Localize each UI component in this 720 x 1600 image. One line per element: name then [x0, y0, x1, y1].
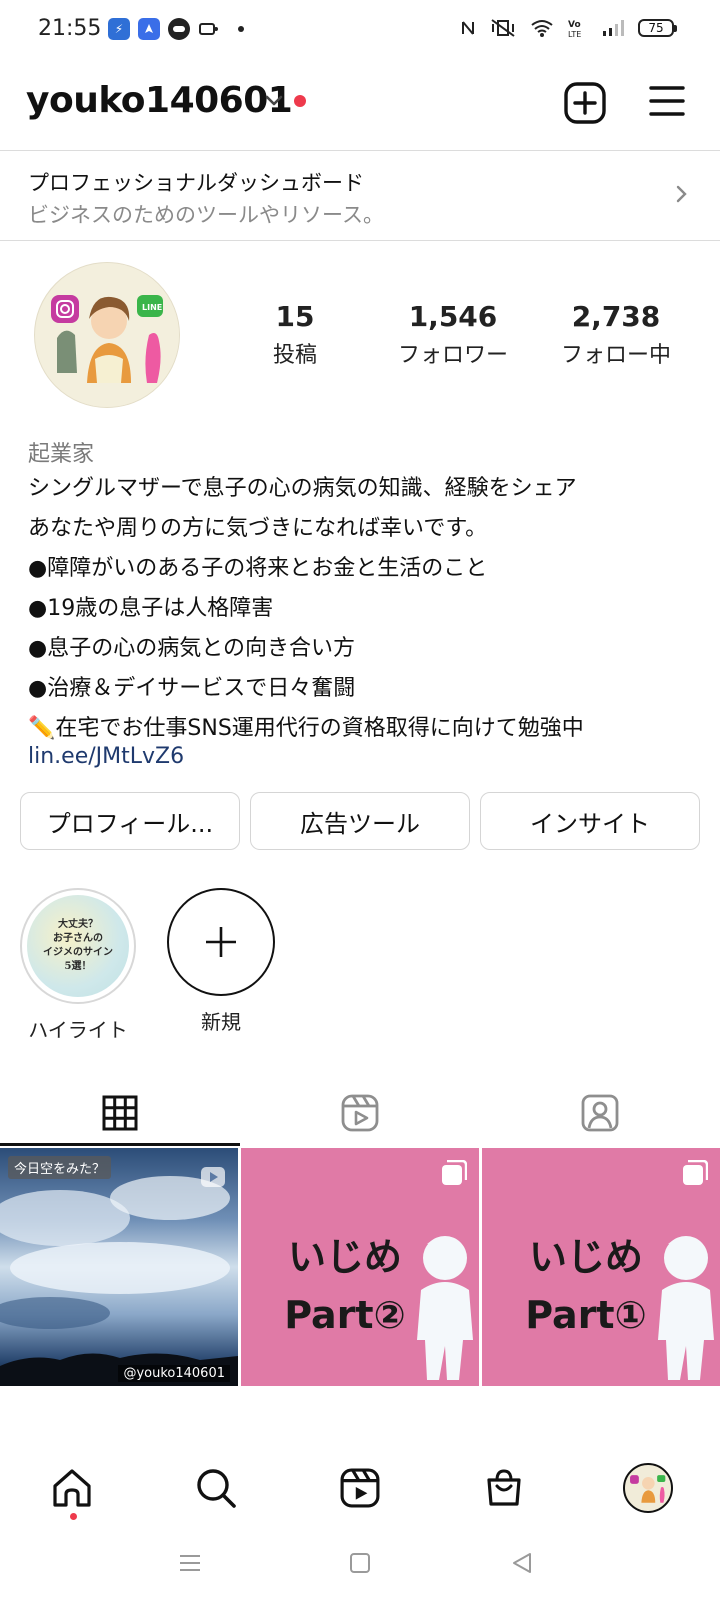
shop-icon [487, 1469, 521, 1506]
nav-search[interactable] [180, 1452, 252, 1524]
voicemail-icon [198, 18, 220, 40]
edit-profile-button[interactable]: プロフィール... [20, 792, 240, 850]
username-switcher[interactable]: youko140601 [26, 80, 293, 121]
bio-line: ●息子の心の病気との向き合い方 [28, 636, 355, 661]
signal-icon [603, 20, 624, 36]
following-count[interactable]: 2,738 フォロー中 [541, 300, 691, 369]
grid-icon [102, 1095, 138, 1131]
child-silhouette-image [658, 1236, 714, 1380]
dashboard-title: プロフェッショナルダッシュボード [28, 171, 364, 195]
bio-line: ●19歳の息子は人格障害 [28, 596, 274, 621]
tab-posts-grid[interactable] [0, 1080, 240, 1146]
system-home-button[interactable] [330, 1540, 390, 1586]
post-thumbnail-2[interactable]: いじめ Part② [241, 1148, 479, 1386]
video-play-icon [201, 1167, 225, 1187]
back-triangle-icon [513, 1553, 531, 1573]
search-icon [197, 1469, 236, 1508]
new-highlight-circle [167, 888, 275, 996]
bio-line: ●治療＆デイサービスで日々奮闘 [28, 676, 356, 701]
divider [0, 240, 720, 241]
stat-number: 15 [275, 300, 315, 333]
nav-profile[interactable] [612, 1452, 684, 1524]
system-back-button[interactable] [492, 1540, 552, 1586]
rocket-icon [138, 18, 160, 40]
profile-category: 起業家 [28, 442, 95, 467]
home-icon [53, 1469, 91, 1507]
highlight-item[interactable]: 大丈夫？ お子さんの イジメのサイン 5選！ ハイライト [18, 888, 138, 1043]
followers-count[interactable]: 1,546 フォロワー [378, 300, 528, 369]
profile-avatar[interactable]: LINE [34, 262, 180, 408]
bio-link[interactable]: lin.ee/JMtLvZ6 [28, 744, 184, 769]
active-tab-indicator [0, 1143, 240, 1146]
new-highlight-button[interactable]: 新規 [161, 888, 281, 1035]
tab-reels[interactable] [240, 1080, 480, 1146]
post-thumbnail-1[interactable]: 今日空をみた？ @youko140601 [0, 1148, 238, 1386]
wifi-icon [531, 20, 553, 37]
stat-label: 投稿 [272, 343, 317, 368]
posts-count[interactable]: 15 投稿 [245, 300, 345, 369]
avatar-illustration [630, 1475, 666, 1503]
post-caption-badge: 今日空をみた？ [8, 1156, 112, 1179]
create-post-icon[interactable] [564, 82, 606, 124]
post-thumbnail-3[interactable]: いじめ Part① [482, 1148, 720, 1386]
professional-dashboard-link[interactable]: プロフェッショナルダッシュボード ビジネスのためのツールやリソース。 [0, 151, 720, 240]
volte-icon: VoLTE [568, 20, 581, 38]
nav-reels[interactable] [324, 1452, 396, 1524]
lightning-icon: ⚡ [108, 18, 130, 40]
line-icon [168, 18, 190, 40]
bio-line: あなたや周りの方に気づきになれば幸いです。 [28, 516, 488, 541]
bio-line: シングルマザーで息子の心の病気の知識、経験をシェア [28, 476, 577, 501]
nav-shop[interactable] [468, 1452, 540, 1524]
status-bar: 21:55 ⚡ Vo LTE 75 [0, 0, 720, 62]
dashboard-subtitle: ビジネスのためのツールやリソース。 [28, 203, 384, 227]
post-watermark: @youko140601 [118, 1365, 230, 1382]
insights-button[interactable]: インサイト [480, 792, 700, 850]
stat-number: 2,738 [571, 300, 661, 333]
system-recents-button[interactable] [160, 1540, 220, 1586]
notification-dot [294, 95, 306, 107]
square-icon [350, 1553, 370, 1573]
chevron-down-icon[interactable] [262, 88, 286, 112]
more-notifications-dot [238, 26, 244, 32]
plus-icon [206, 927, 236, 957]
ad-tools-button[interactable]: 広告ツール [250, 792, 470, 850]
highlight-label: ハイライト [28, 1018, 128, 1042]
highlight-label: 新規 [201, 1010, 241, 1034]
home-notification-dot [70, 1513, 77, 1520]
tab-tagged[interactable] [480, 1080, 720, 1146]
highlight-cover-image: 大丈夫？ お子さんの イジメのサイン 5選！ [27, 895, 129, 997]
nfc-icon [462, 21, 474, 35]
bio-line: ●障障がいのある子の将来とお金と生活のこと [28, 556, 488, 581]
child-silhouette-image [417, 1236, 473, 1380]
reels-icon [341, 1094, 379, 1132]
carousel-icon [683, 1160, 708, 1185]
profile-avatar [623, 1463, 673, 1513]
svg-text:Vo: Vo [568, 20, 581, 30]
profile-header: youko140601 [0, 62, 720, 150]
chevron-right-icon [676, 185, 687, 203]
tagged-icon [581, 1094, 619, 1132]
menu-lines-icon [180, 1555, 200, 1571]
svg-text:LINE: LINE [142, 303, 162, 312]
battery-icon: 75 [638, 19, 677, 37]
stat-number: 1,546 [408, 300, 498, 333]
status-indicators: Vo LTE 75 [460, 18, 677, 38]
bio-line: ✏️在宅でお仕事SNS運用代行の資格取得に向けて勉強中 [28, 716, 584, 741]
vibrate-icon [491, 19, 515, 37]
svg-text:LTE: LTE [568, 30, 581, 38]
stat-label: フォロワー [397, 343, 508, 368]
hamburger-menu-icon[interactable] [648, 82, 686, 120]
reels-icon [340, 1468, 380, 1508]
avatar-illustration: LINE [35, 263, 179, 407]
status-time: 21:55 [38, 16, 102, 41]
highlight-cover-text: 大丈夫？ お子さんの イジメのサイン 5選！ [43, 919, 113, 972]
carousel-icon [442, 1160, 467, 1185]
stat-label: フォロー中 [560, 343, 671, 368]
highlight-cover: 大丈夫？ お子さんの イジメのサイン 5選！ [20, 888, 136, 1004]
status-app-icons: ⚡ [108, 18, 244, 40]
